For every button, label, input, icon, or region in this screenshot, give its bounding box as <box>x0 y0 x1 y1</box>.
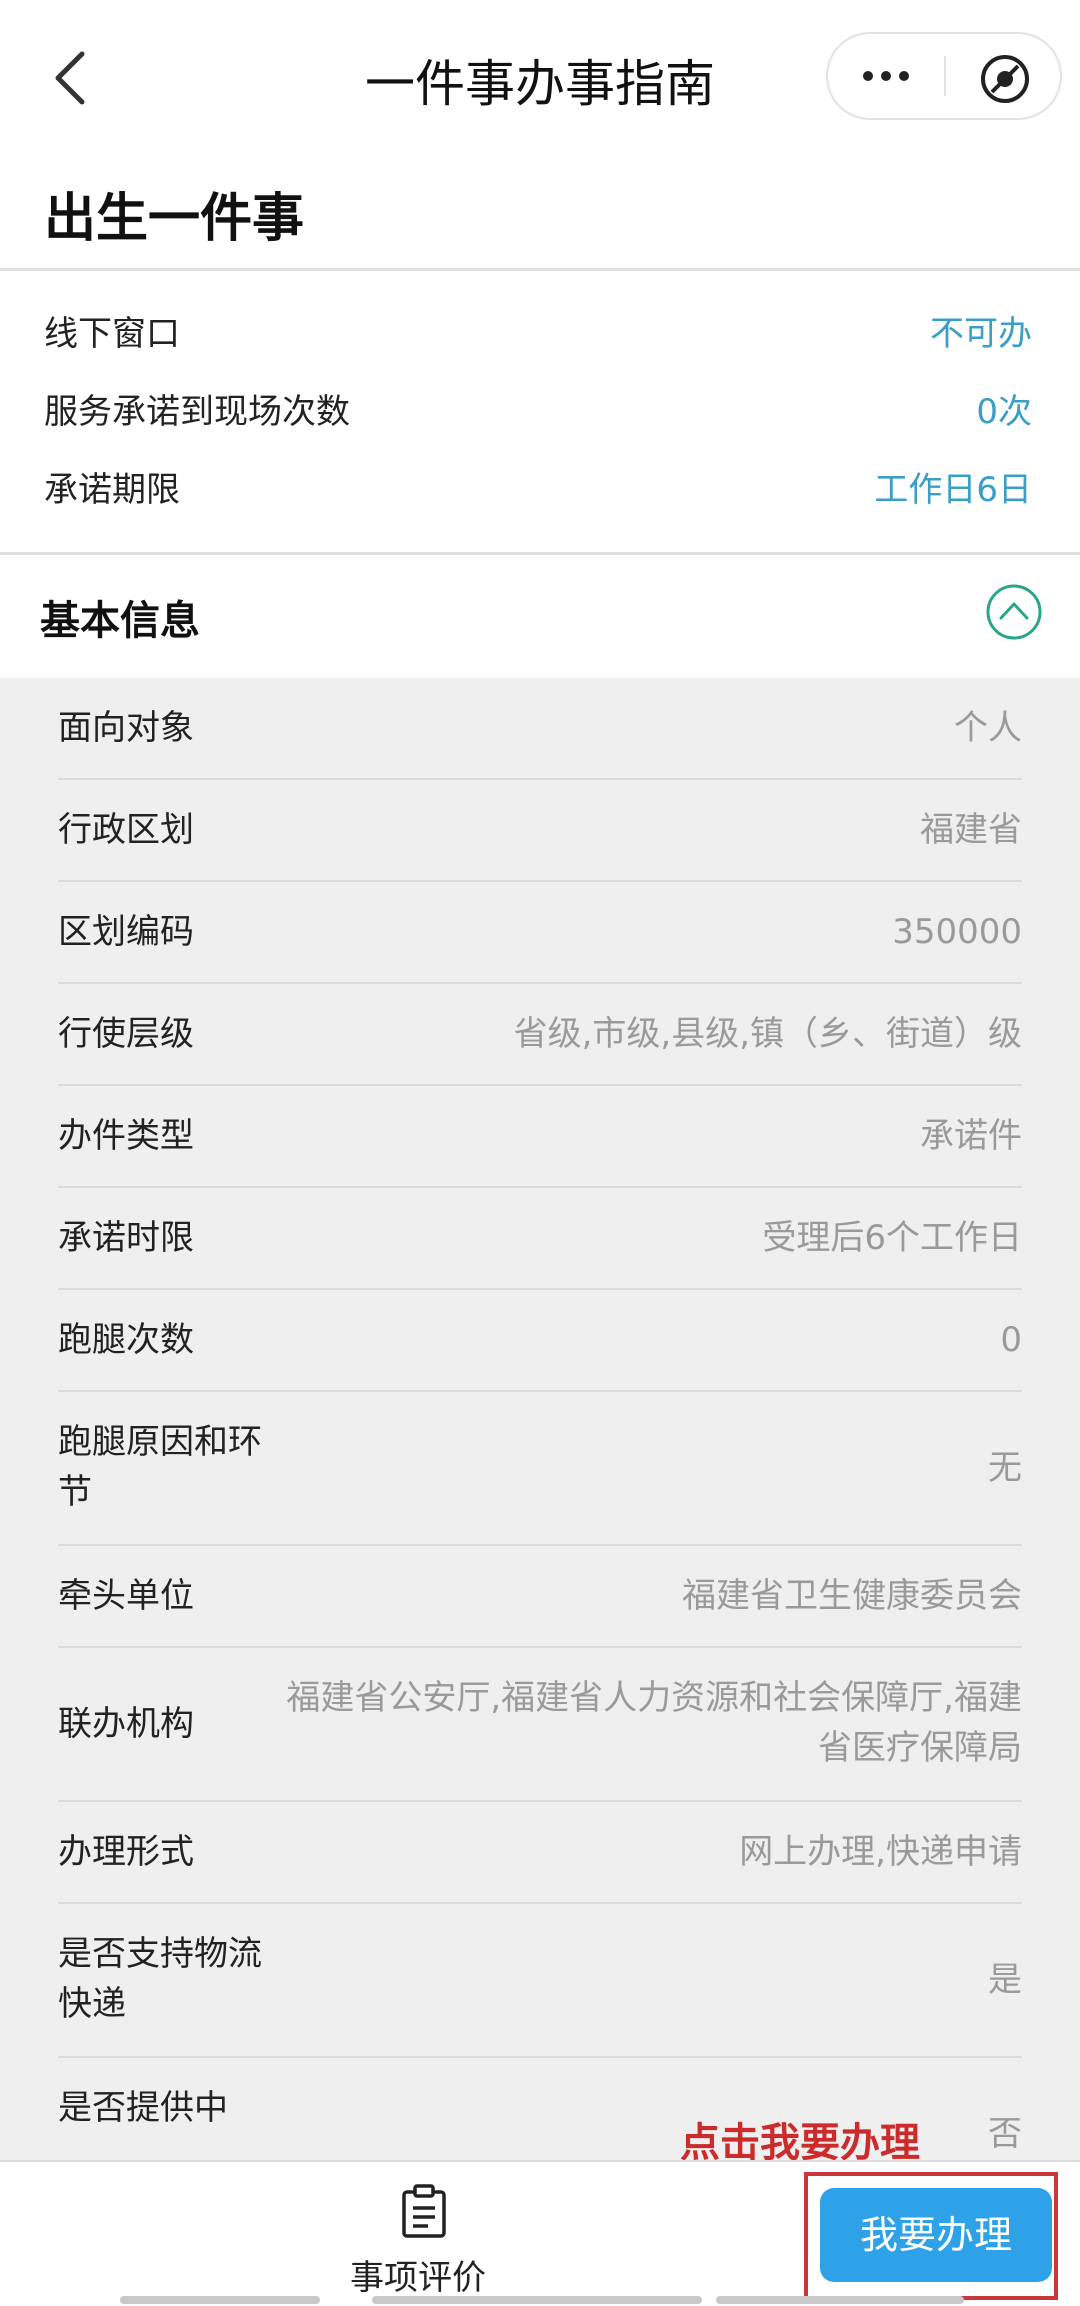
info-row: 牵头单位 福建省卫生健康委员会 <box>58 1546 1022 1648</box>
info-row: 区划编码 350000 <box>58 882 1022 984</box>
info-label: 办理形式 <box>58 1832 194 1872</box>
divider <box>0 268 1080 271</box>
info-value: 0 <box>1000 1320 1022 1360</box>
info-value: 福建省 <box>920 810 1022 850</box>
info-row: 办理形式 网上办理,快递申请 <box>58 1802 1022 1904</box>
service-label: 线下窗口 <box>44 314 180 354</box>
nav-bar: 一件事办事指南 <box>0 0 1080 160</box>
home-indicator <box>120 2296 320 2304</box>
info-value: 福建省卫生健康委员会 <box>682 1576 1022 1616</box>
service-value: 0次 <box>976 392 1032 432</box>
info-value: 350000 <box>892 912 1022 952</box>
info-value: 个人 <box>954 708 1022 748</box>
close-program-icon[interactable] <box>978 52 1032 106</box>
bottom-action-bar: 事项评价 我要办理 <box>0 2160 1080 2306</box>
capsule-divider <box>944 56 946 96</box>
info-label: 牵头单位 <box>58 1576 194 1616</box>
service-value: 工作日6日 <box>874 470 1032 510</box>
info-row: 行使层级 省级,市级,县级,镇（乡、街道）级 <box>58 984 1022 1086</box>
service-value: 不可办 <box>930 314 1032 354</box>
home-indicator <box>372 2296 702 2304</box>
info-row: 承诺时限 受理后6个工作日 <box>58 1188 1022 1290</box>
info-label: 是否提供中 <box>58 2088 228 2128</box>
info-value: 福建省公安厅,福建省人力资源和社会保障厅,福建省医疗保障局 <box>286 1678 1022 1768</box>
info-row: 跑腿原因和环节 无 <box>58 1392 1022 1546</box>
service-row-deadline: 承诺期限 工作日6日 <box>44 462 1032 522</box>
info-row: 面向对象 个人 <box>58 678 1022 780</box>
mini-program-capsule <box>826 32 1062 120</box>
page-title: 出生一件事 <box>44 189 305 249</box>
info-label: 面向对象 <box>58 708 194 748</box>
more-icon[interactable] <box>858 54 914 98</box>
info-row: 办件类型 承诺件 <box>58 1086 1022 1188</box>
info-label: 联办机构 <box>58 1704 194 1744</box>
service-label: 服务承诺到现场次数 <box>44 392 350 432</box>
info-label: 行使层级 <box>58 1014 194 1054</box>
apply-button[interactable]: 我要办理 <box>820 2188 1052 2282</box>
info-label: 办件类型 <box>58 1116 194 1156</box>
evaluate-button-label[interactable]: 事项评价 <box>350 2250 486 2299</box>
basic-info-header[interactable]: 基本信息 <box>0 558 1080 676</box>
info-label: 跑腿原因和环节 <box>58 1422 262 1512</box>
info-value: 是 <box>988 1960 1022 2000</box>
collapse-chevron-up-icon[interactable] <box>984 582 1044 642</box>
service-row-visits: 服务承诺到现场次数 0次 <box>44 384 1032 444</box>
basic-info-list: 面向对象 个人 行政区划 福建省 区划编码 350000 行使层级 省级,市级,… <box>0 678 1080 2160</box>
info-label: 承诺时限 <box>58 1218 194 1258</box>
info-row: 是否支持物流快递 是 <box>58 1904 1022 2058</box>
info-value: 无 <box>988 1448 1022 1488</box>
section-title: 基本信息 <box>40 598 200 644</box>
info-value: 网上办理,快递申请 <box>739 1832 1022 1872</box>
info-row: 跑腿次数 0 <box>58 1290 1022 1392</box>
service-label: 承诺期限 <box>44 470 180 510</box>
info-value: 受理后6个工作日 <box>762 1218 1022 1258</box>
info-row: 联办机构 福建省公安厅,福建省人力资源和社会保障厅,福建省医疗保障局 <box>58 1648 1022 1802</box>
clipboard-icon[interactable] <box>400 2184 448 2240</box>
divider <box>0 552 1080 555</box>
info-label: 行政区划 <box>58 810 194 850</box>
info-label: 跑腿次数 <box>58 1320 194 1360</box>
info-value: 省级,市级,县级,镇（乡、街道）级 <box>513 1014 1022 1054</box>
home-indicator <box>716 2296 964 2304</box>
info-label: 是否支持物流快递 <box>58 1934 262 2024</box>
info-value: 承诺件 <box>920 1116 1022 1156</box>
info-row: 行政区划 福建省 <box>58 780 1022 882</box>
info-label: 区划编码 <box>58 912 194 952</box>
service-row-offline-window: 线下窗口 不可办 <box>44 306 1032 366</box>
